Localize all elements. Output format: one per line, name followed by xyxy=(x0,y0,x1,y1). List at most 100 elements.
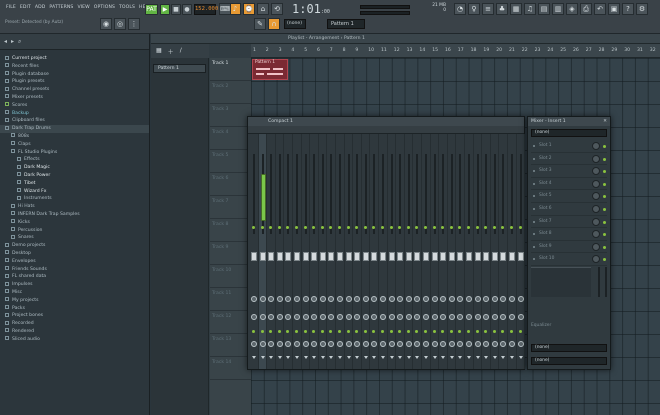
route-led[interactable] xyxy=(432,330,436,333)
send-knob[interactable] xyxy=(517,341,524,347)
route-arrow-icon[interactable] xyxy=(415,356,420,359)
effect-slot[interactable]: Slot 1 xyxy=(531,140,607,153)
volume-fader[interactable] xyxy=(483,252,490,261)
mixer-strip[interactable] xyxy=(379,134,388,369)
browser-icon[interactable]: ▤ xyxy=(538,3,550,15)
snap-mode-select[interactable]: (none) xyxy=(284,19,306,29)
pan-knob[interactable] xyxy=(268,296,275,302)
route-arrow-icon[interactable] xyxy=(501,356,506,359)
browser-item[interactable]: Wizard Fx xyxy=(0,188,149,196)
route-led[interactable] xyxy=(441,330,445,333)
pan-knob[interactable] xyxy=(319,296,326,302)
menu-item-add[interactable]: ADD xyxy=(35,5,46,10)
mixer-strip[interactable] xyxy=(362,134,371,369)
slot-mix-knob[interactable] xyxy=(592,204,600,213)
microphone-icon[interactable]: ♀ xyxy=(468,3,480,15)
volume-fader[interactable] xyxy=(311,252,318,261)
route-led[interactable] xyxy=(484,330,488,333)
pan-knob[interactable] xyxy=(509,296,515,302)
pan-knob[interactable] xyxy=(517,296,524,302)
send-knob[interactable] xyxy=(448,341,455,347)
track-header[interactable]: Track 11 xyxy=(210,288,251,311)
pan-knob[interactable] xyxy=(423,296,429,302)
pan-knob[interactable] xyxy=(285,296,292,302)
route-led[interactable] xyxy=(329,330,333,333)
slot-enable-led[interactable] xyxy=(603,207,606,211)
strip-led[interactable] xyxy=(303,226,307,229)
route-led[interactable] xyxy=(467,330,470,333)
insert-preset-select[interactable]: (none) xyxy=(531,129,607,137)
route-led[interactable] xyxy=(424,330,427,333)
stereo-knob[interactable] xyxy=(337,314,343,320)
mixer-strip[interactable] xyxy=(327,134,336,369)
pan-knob[interactable] xyxy=(448,296,455,302)
volume-fader[interactable] xyxy=(345,252,352,261)
send-knob[interactable] xyxy=(354,341,361,347)
volume-fader[interactable] xyxy=(474,252,481,261)
route-arrow-icon[interactable] xyxy=(475,356,480,359)
browser-item[interactable]: Dark Trap Drums xyxy=(0,125,149,133)
strip-led[interactable] xyxy=(467,226,470,229)
track-header[interactable]: Track 13 xyxy=(210,334,251,357)
send-knob[interactable] xyxy=(294,341,300,347)
send-knob[interactable] xyxy=(491,341,498,347)
strip-led[interactable] xyxy=(510,226,513,229)
strip-led[interactable] xyxy=(338,226,341,229)
route-arrow-icon[interactable] xyxy=(381,356,385,359)
track-header[interactable]: Track 10 xyxy=(210,265,251,288)
send-knob[interactable] xyxy=(268,341,275,347)
timeline-ruler[interactable]: 1 2 3 4 5 6 7 8 9 10 11 12 13 14 15 16 17 18 19 20 21 22 23 24 2… xyxy=(251,44,660,58)
mixer-strip[interactable] xyxy=(370,134,379,369)
stereo-knob[interactable] xyxy=(500,314,507,320)
route-led[interactable] xyxy=(338,330,341,333)
strip-led[interactable] xyxy=(492,226,496,229)
stereo-knob[interactable] xyxy=(268,314,275,320)
send-knob[interactable] xyxy=(440,341,447,347)
send-knob[interactable] xyxy=(457,341,464,347)
route-led[interactable] xyxy=(501,330,505,333)
track-header[interactable]: Track 2 xyxy=(210,81,251,104)
browser-item[interactable]: FL shared data xyxy=(0,273,149,281)
stereo-knob[interactable] xyxy=(311,314,318,320)
route-arrow-icon[interactable] xyxy=(449,356,454,359)
mixer-strip[interactable] xyxy=(508,134,517,369)
pan-knob[interactable] xyxy=(276,296,283,302)
send-knob[interactable] xyxy=(509,341,515,347)
effect-slot[interactable]: Slot 9 xyxy=(531,241,607,254)
route-led[interactable] xyxy=(303,330,307,333)
browser-item[interactable]: Desktop xyxy=(0,250,149,258)
route-led[interactable] xyxy=(286,330,290,333)
mixer-strip[interactable] xyxy=(465,134,474,369)
stop-button[interactable]: ■ xyxy=(171,4,181,15)
browser-item[interactable]: Friends Sounds xyxy=(0,266,149,274)
route-led[interactable] xyxy=(492,330,496,333)
stereo-knob[interactable] xyxy=(440,314,447,320)
route-arrow-icon[interactable] xyxy=(458,356,463,359)
route-arrow-icon[interactable] xyxy=(518,356,523,359)
strip-led[interactable] xyxy=(277,226,281,229)
route-led[interactable] xyxy=(320,330,324,333)
playlist-icon[interactable]: ▥ xyxy=(552,3,564,15)
browser-item[interactable]: Snares xyxy=(0,234,149,242)
close-icon[interactable]: ✕ xyxy=(603,117,607,126)
play-button[interactable]: ▶ xyxy=(160,4,170,15)
pan-knob[interactable] xyxy=(294,296,300,302)
browser-item[interactable]: Envelopes xyxy=(0,258,149,266)
slot-mix-knob[interactable] xyxy=(592,230,600,239)
strip-led[interactable] xyxy=(363,226,367,229)
volume-fader[interactable] xyxy=(431,252,438,261)
effect-slot[interactable]: Slot 2 xyxy=(531,153,607,166)
save-icon[interactable]: ▣ xyxy=(608,3,620,15)
mixer-strip[interactable] xyxy=(284,134,293,369)
mixer-strip[interactable] xyxy=(405,134,414,369)
loop-record-icon[interactable]: ⟲ xyxy=(271,3,283,15)
add-icon[interactable]: ＋ xyxy=(168,47,174,56)
slot-enable-led[interactable] xyxy=(603,245,606,249)
browser-up-icon[interactable]: ▸ xyxy=(11,38,14,45)
route-led[interactable] xyxy=(389,330,393,333)
browser-item[interactable]: Backup xyxy=(0,110,149,118)
volume-fader[interactable] xyxy=(380,252,386,261)
stereo-knob[interactable] xyxy=(431,314,438,320)
effect-slot[interactable]: Slot 6 xyxy=(531,203,607,216)
route-arrow-icon[interactable] xyxy=(510,356,514,359)
